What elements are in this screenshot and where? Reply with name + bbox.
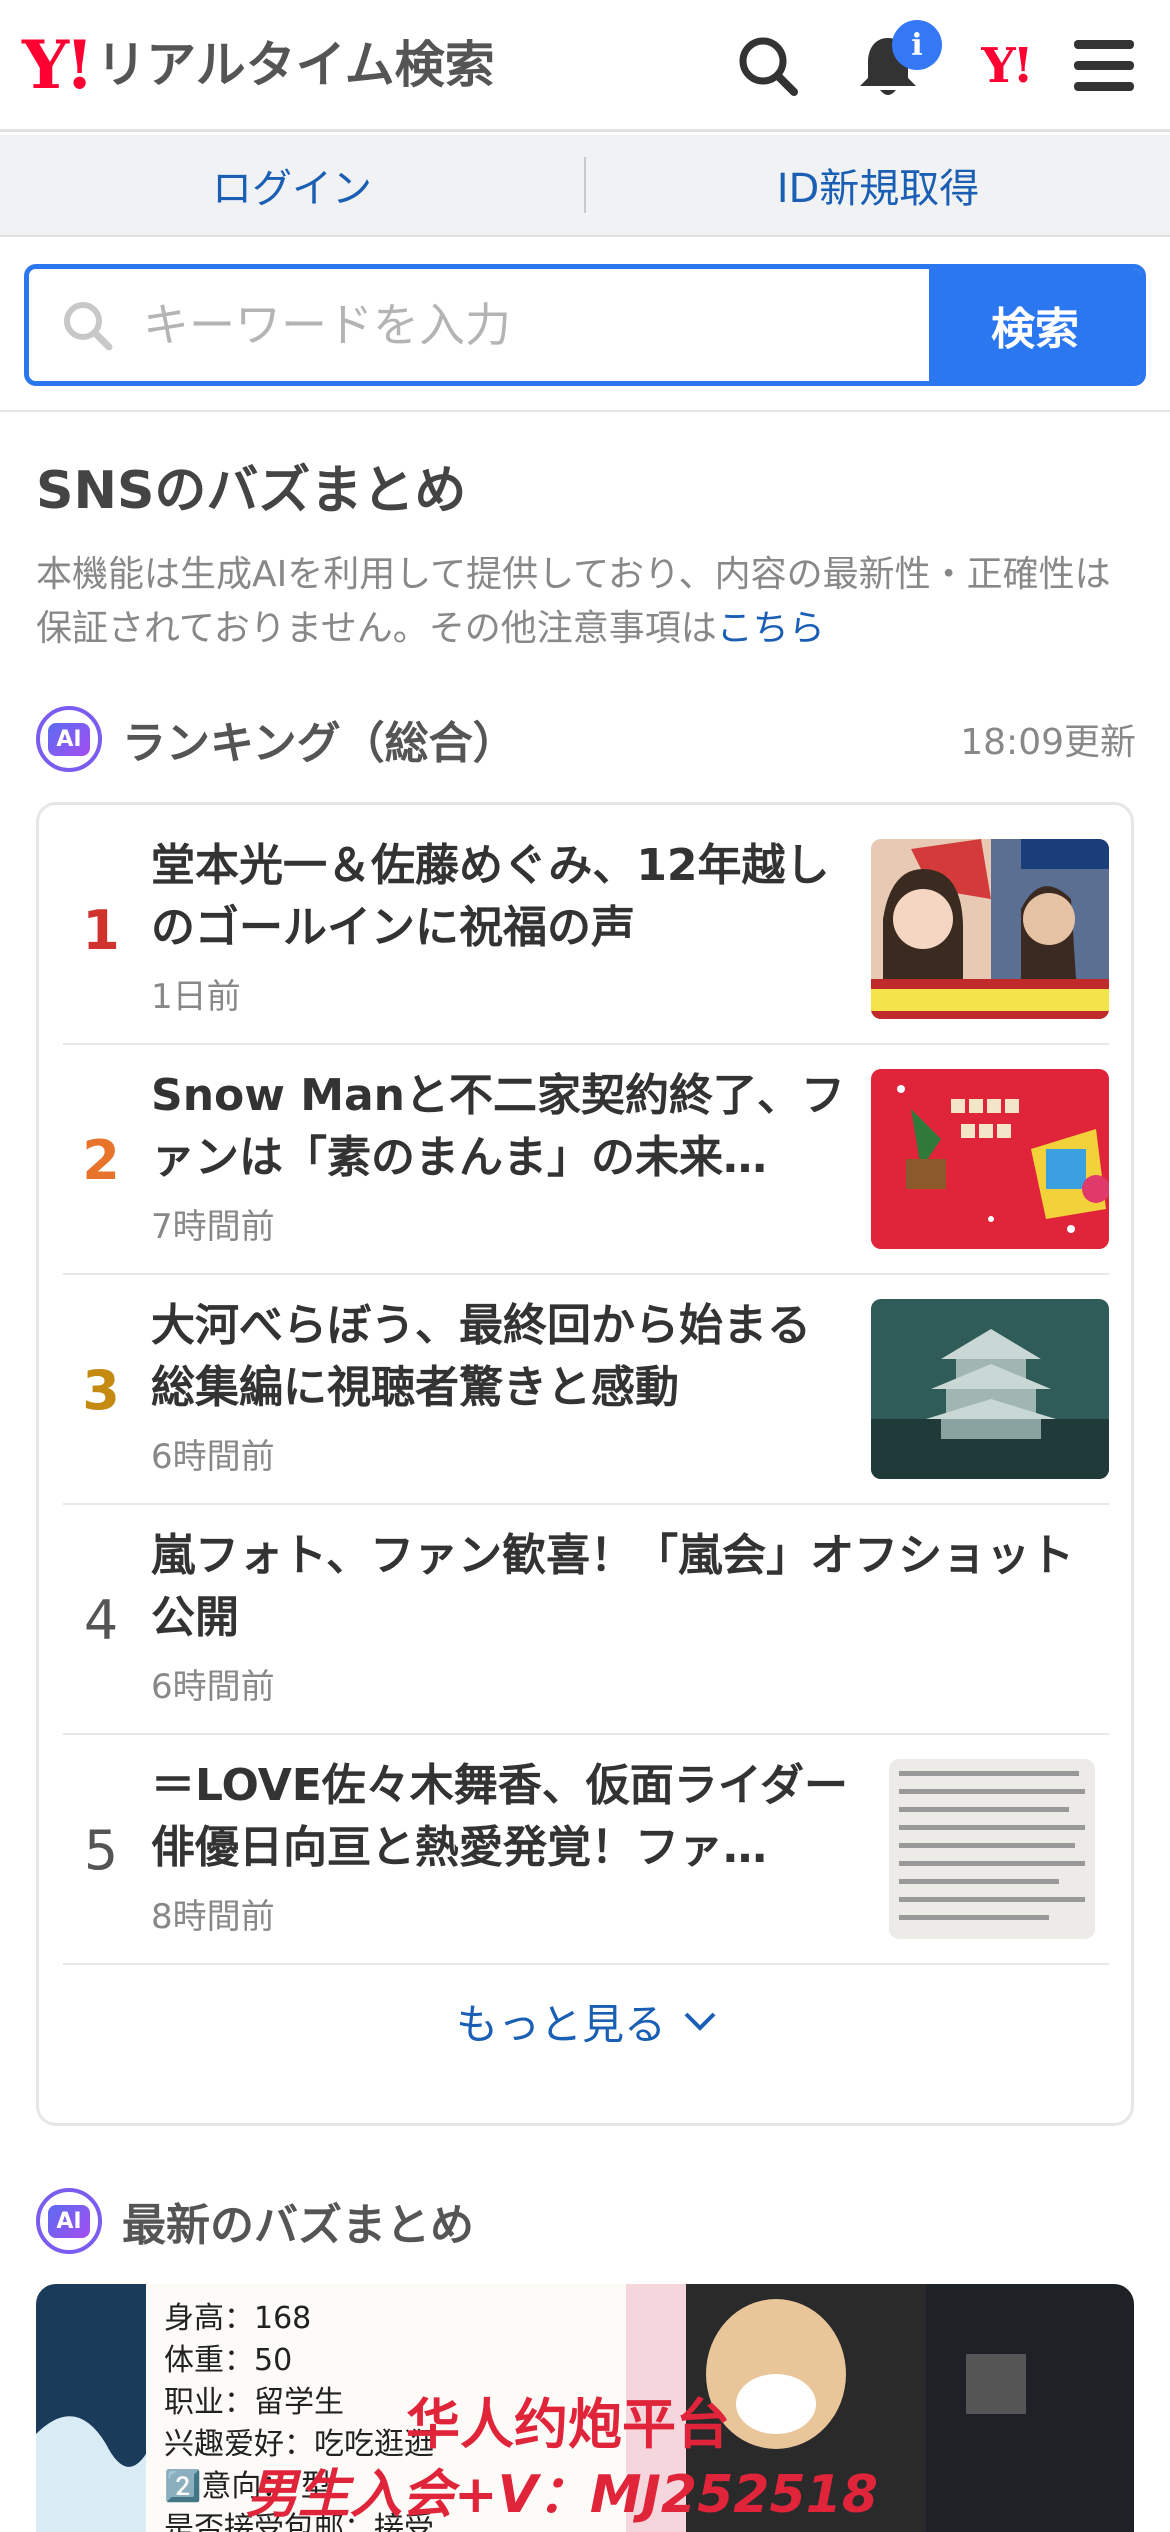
search-field-icon bbox=[64, 302, 113, 351]
ranking-item-thumbnail bbox=[871, 1069, 1109, 1249]
banner-line: 体重：50 bbox=[164, 2343, 293, 2378]
yahoo-logo-mark: Y! bbox=[22, 26, 94, 104]
search-input[interactable] bbox=[143, 298, 843, 352]
ranking-item[interactable]: 5 ＝LOVE佐々木舞香、仮面ライダー俳優日向亘と熱愛発覚！ファ… 8時間前 bbox=[63, 1735, 1109, 1965]
ai-icon: AI bbox=[36, 2188, 102, 2254]
ranking-title: ランキング（総合） bbox=[122, 718, 517, 769]
ranking-header: AI ランキング（総合） 18:09更新 bbox=[36, 704, 1136, 774]
banner-line: 职业：留学生 bbox=[164, 2385, 344, 2420]
yahoo-top-link[interactable]: Y! bbox=[966, 26, 1046, 106]
banner-overlay-text-1: 华人约炮平台 bbox=[406, 2393, 730, 2456]
banner-overlay-text-2: 男生入会+V：MJ252518 bbox=[246, 2465, 878, 2525]
section-divider bbox=[0, 410, 1170, 412]
search-button[interactable]: 検索 bbox=[929, 269, 1141, 381]
ranking-item-thumbnail bbox=[871, 1299, 1109, 1479]
yahoo-small-logo: Y! bbox=[981, 38, 1033, 94]
ranking-item-title: 嵐フォト、ファン歓喜！「嵐会」オフショット公開 bbox=[151, 1530, 1075, 1643]
notification-badge: i bbox=[892, 20, 942, 70]
ranking-item-time: 6時間前 bbox=[151, 1437, 275, 1477]
more-label: もっと見る bbox=[455, 1999, 666, 2049]
ranking-card: 1 堂本光一＆佐藤めぐみ、12年越しのゴールインに祝福の声 1日前 2 Snow… bbox=[36, 802, 1134, 2126]
ranking-item-thumbnail bbox=[889, 1759, 1095, 1939]
ranking-item-title: 大河べらぼう、最終回から始まる総集編に視聴者驚きと感動 bbox=[151, 1300, 811, 1413]
notification-bell-icon[interactable]: i bbox=[848, 20, 942, 106]
login-bar: ログイン ID新規取得 bbox=[0, 135, 1170, 237]
app-header: Y! リアルタイム検索 i Y! bbox=[0, 0, 1170, 132]
ranking-item[interactable]: 3 大河べらぼう、最終回から始まる総集編に視聴者驚きと感動 6時間前 bbox=[63, 1275, 1109, 1505]
ranking-item-title: Snow Manと不二家契約終了、ファンは「素のまんま」の未来… bbox=[151, 1070, 846, 1183]
ranking-item-title: 堂本光一＆佐藤めぐみ、12年越しのゴールインに祝福の声 bbox=[151, 840, 830, 953]
notice-details-link[interactable]: こちら bbox=[717, 608, 825, 649]
logo-text: リアルタイム検索 bbox=[96, 36, 495, 94]
menu-icon[interactable] bbox=[1064, 26, 1144, 106]
login-link[interactable]: ログイン bbox=[0, 135, 584, 235]
ranking-item-time: 6時間前 bbox=[151, 1667, 275, 1707]
ai-icon: AI bbox=[36, 706, 102, 772]
ranking-item-title: ＝LOVE佐々木舞香、仮面ライダー俳優日向亘と熱愛発覚！ファ… bbox=[151, 1760, 849, 1873]
search-form: 検索 bbox=[24, 264, 1146, 386]
more-button[interactable]: もっと見る bbox=[39, 1971, 1137, 2071]
chevron-down-icon bbox=[684, 2012, 716, 2031]
buzz-section-title: SNSのバズまとめ bbox=[36, 461, 467, 521]
yahoo-realtime-logo[interactable]: Y! リアルタイム検索 bbox=[22, 30, 495, 100]
ranking-item[interactable]: 2 Snow Manと不二家契約終了、ファンは「素のまんま」の未来… 7時間前 bbox=[63, 1045, 1109, 1275]
ranking-item[interactable]: 1 堂本光一＆佐藤めぐみ、12年越しのゴールインに祝福の声 1日前 bbox=[63, 815, 1109, 1045]
ai-notice-text: 本機能は生成AIを利用して提供しており、内容の最新性・正確性は保証されておりませ… bbox=[36, 554, 1111, 649]
rank-number: 2 bbox=[82, 1128, 120, 1192]
ranking-item-time: 1日前 bbox=[151, 977, 241, 1017]
ai-notice: 本機能は生成AIを利用して提供しており、内容の最新性・正確性は保証されておりませ… bbox=[36, 548, 1136, 656]
ranking-item-time: 8時間前 bbox=[151, 1897, 275, 1937]
latest-title: 最新のバズまとめ bbox=[122, 2200, 474, 2251]
rank-number: 4 bbox=[83, 1588, 119, 1652]
rank-number: 5 bbox=[83, 1818, 119, 1882]
ranking-item-time: 7時間前 bbox=[151, 1207, 275, 1247]
ai-icon-label: AI bbox=[48, 722, 90, 756]
rank-number: 3 bbox=[82, 1358, 120, 1422]
ranking-item[interactable]: 4 嵐フォト、ファン歓喜！「嵐会」オフショット公開 6時間前 bbox=[63, 1505, 1109, 1735]
search-icon[interactable] bbox=[728, 26, 808, 106]
latest-buzz-banner[interactable]: 身高：168 体重：50 职业：留学生 兴趣爱好：吃吃逛逛 2️⃣意向： 型 是… bbox=[36, 2284, 1134, 2532]
ai-icon-label: AI bbox=[48, 2204, 90, 2238]
search-field-wrap bbox=[29, 269, 929, 381]
banner-line: 身高：168 bbox=[164, 2301, 312, 2336]
ranking-updated-time: 18:09更新 bbox=[960, 722, 1136, 763]
latest-header: AI 最新のバズまとめ bbox=[36, 2186, 474, 2256]
register-link[interactable]: ID新規取得 bbox=[586, 135, 1170, 235]
ranking-item-thumbnail bbox=[871, 839, 1109, 1019]
rank-number: 1 bbox=[82, 898, 120, 962]
